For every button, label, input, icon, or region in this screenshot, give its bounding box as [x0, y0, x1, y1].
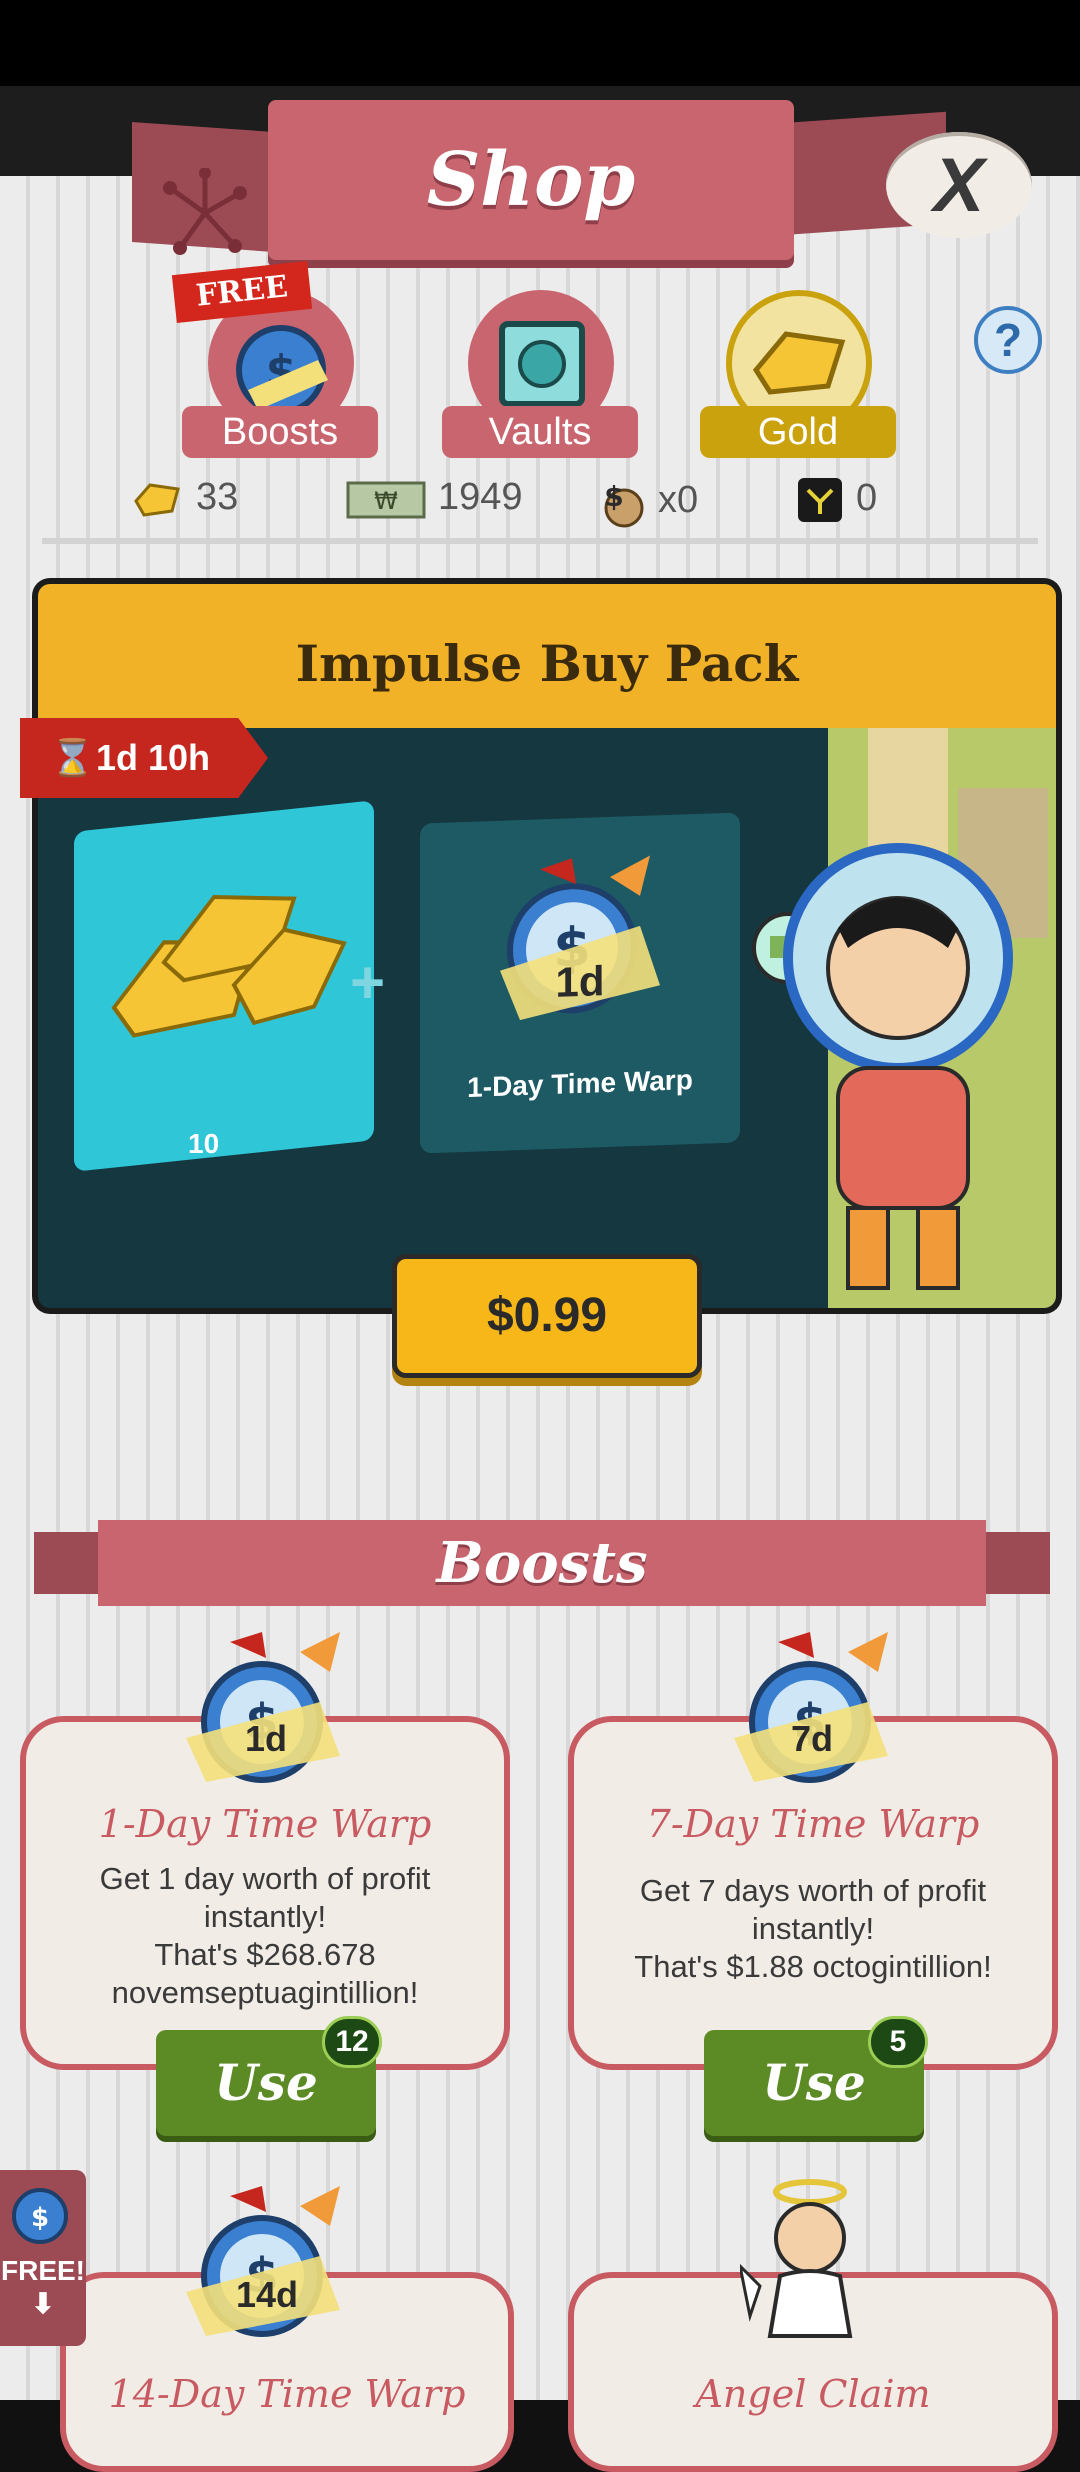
help-button[interactable]: ? [974, 306, 1042, 374]
category-gold[interactable]: Gold [700, 290, 896, 460]
card-description: Get 1 day worth of profit instantly! Tha… [99, 1861, 431, 2010]
close-icon: X [933, 142, 985, 228]
angel-icon [740, 2179, 853, 2338]
pack-title: Impulse Buy Pack [32, 578, 1062, 728]
gold-quantity: 10 [188, 1128, 220, 1159]
gold-card [74, 800, 374, 1172]
close-button[interactable]: X [886, 132, 1032, 238]
currency-cash: ₩1949 [346, 476, 523, 519]
astronaut-character [752, 843, 1013, 1290]
mega-ticket-icon [798, 478, 842, 522]
hourglass-icon: ⌛ [50, 737, 95, 778]
status-bar [0, 0, 1080, 86]
pack-body: 10 + $ 1d 1-Day Time Warp [32, 728, 1062, 1314]
count-badge: 12 [322, 2016, 382, 2068]
svg-text:$: $ [31, 2203, 49, 2233]
starburst-icon [163, 168, 247, 255]
plus-icon: + [350, 949, 386, 1016]
gold-icon [134, 483, 180, 517]
cash-icon: ₩ [346, 481, 426, 519]
timer-badge: ⌛1d 10h [20, 718, 268, 798]
card-title: 1-Day Time Warp [98, 1802, 432, 1846]
warp-label: 1-Day Time Warp [467, 1064, 693, 1103]
stopwatch-icon: $ [186, 1632, 340, 1783]
free-label: FREE! [1, 2255, 85, 2286]
stopwatch-icon: $ [734, 1632, 888, 1783]
currency-mega-ticket: 0 [796, 476, 877, 524]
arrow-down-icon: ⬇ [31, 2288, 55, 2319]
card-title: Angel Claim [695, 2372, 931, 2416]
question-icon: ? [993, 314, 1023, 366]
free-side-tab[interactable]: $ FREE! ⬇ [0, 2170, 86, 2346]
currency-gold: 33 [132, 476, 238, 519]
page-title: Shop [268, 100, 794, 260]
category-label: Vaults [442, 406, 638, 458]
divider [42, 538, 1038, 544]
card-title: 7-Day Time Warp [646, 1802, 980, 1846]
gold-pile-icon [111, 895, 347, 1038]
card-description: Get 7 days worth of profit instantly! Th… [634, 1873, 992, 1984]
time-warp-card: $ 1d 1-Day Time Warp [420, 812, 740, 1154]
svg-text:₩: ₩ [374, 487, 398, 515]
warp-badge: 1d [555, 957, 605, 1006]
card-badge: 7d [790, 1718, 833, 1759]
svg-text:$: $ [604, 480, 623, 513]
count-badge: 5 [868, 2016, 928, 2068]
stopwatch-icon: $ [12, 2188, 68, 2244]
section-title: Boosts [98, 1520, 986, 1606]
category-label: Gold [700, 406, 896, 458]
stopwatch-icon: $ [186, 2186, 340, 2337]
buy-button[interactable]: $0.99 [392, 1254, 702, 1378]
category-boosts[interactable]: $ Boosts FREE [171, 261, 378, 460]
currency-money-bag: $ x0 [594, 476, 698, 528]
category-label: Boosts [182, 406, 378, 458]
card-badge: 14d [235, 2274, 299, 2315]
card-title: 14-Day Time Warp [108, 2372, 466, 2416]
money-bag-icon: $ [604, 480, 644, 528]
card-badge: 1d [244, 1718, 287, 1759]
category-vaults[interactable]: Vaults [442, 290, 638, 460]
